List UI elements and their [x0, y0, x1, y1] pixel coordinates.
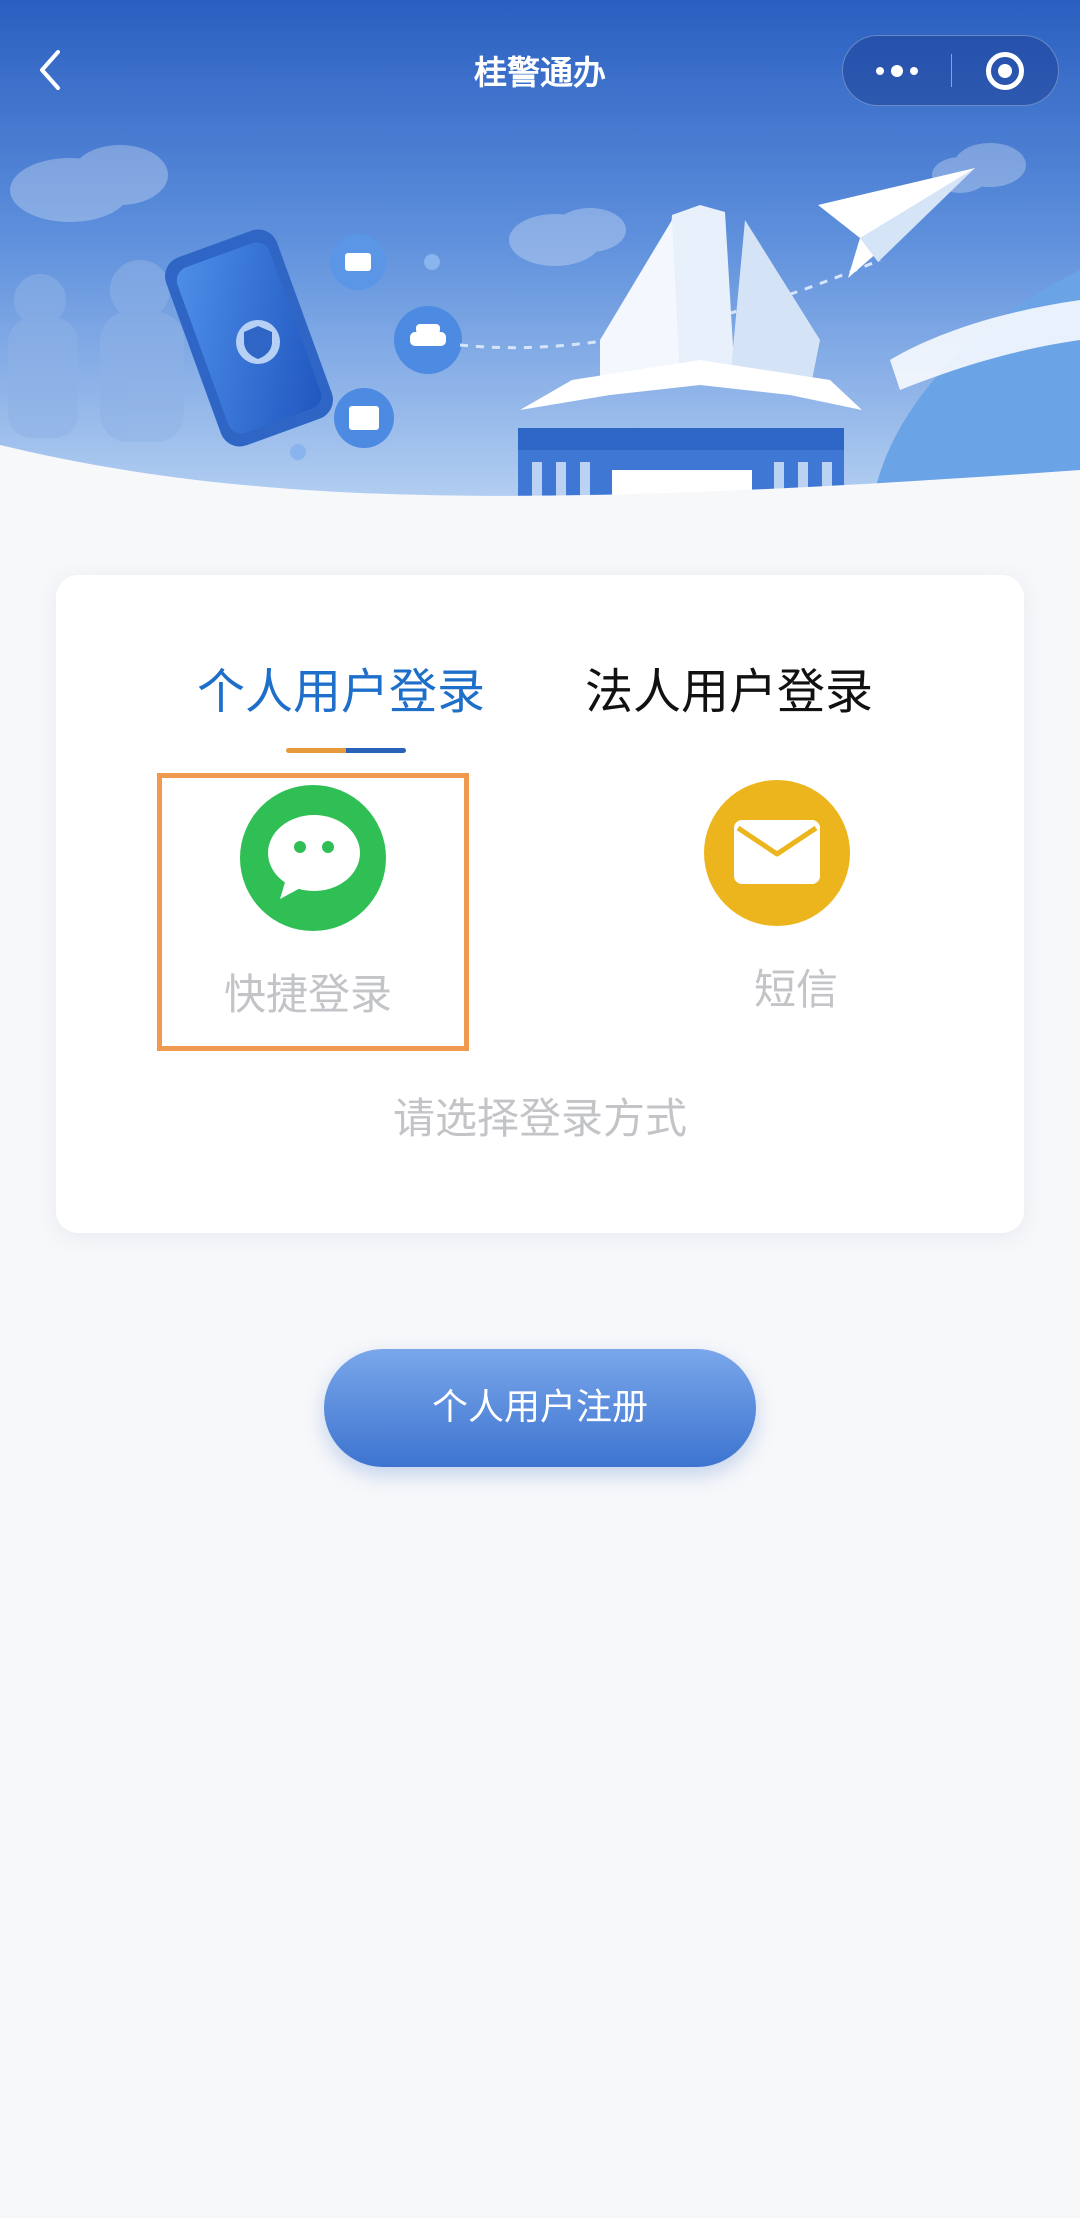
- capsule-menu: [842, 35, 1059, 106]
- quick-login-label: 快捷登录: [223, 970, 392, 1019]
- personal-register-button[interactable]: 个人用户注册: [324, 1349, 756, 1467]
- quick-login-button[interactable]: 快捷登录: [157, 773, 469, 1051]
- active-tab-indicator: [286, 748, 406, 753]
- login-card: 个人用户登录 法人用户登录 快捷登录 短信 请选择登录方式: [56, 575, 1024, 1233]
- login-method-hint: 请选择登录方式: [392, 1094, 687, 1143]
- wechat-icon: [240, 785, 386, 931]
- envelope-icon: [704, 780, 850, 926]
- car-bubble: [394, 306, 462, 374]
- more-button[interactable]: [843, 36, 951, 105]
- tab-corporate-login[interactable]: 法人用户登录: [585, 662, 873, 722]
- sms-login-label: 短信: [753, 965, 838, 1014]
- tab-personal-login[interactable]: 个人用户登录: [197, 662, 485, 722]
- person-card-bubble: [334, 388, 394, 448]
- close-miniprogram-button[interactable]: [952, 36, 1059, 105]
- id-card-bubble: [330, 234, 386, 290]
- sms-login-button[interactable]: 短信: [646, 773, 946, 1051]
